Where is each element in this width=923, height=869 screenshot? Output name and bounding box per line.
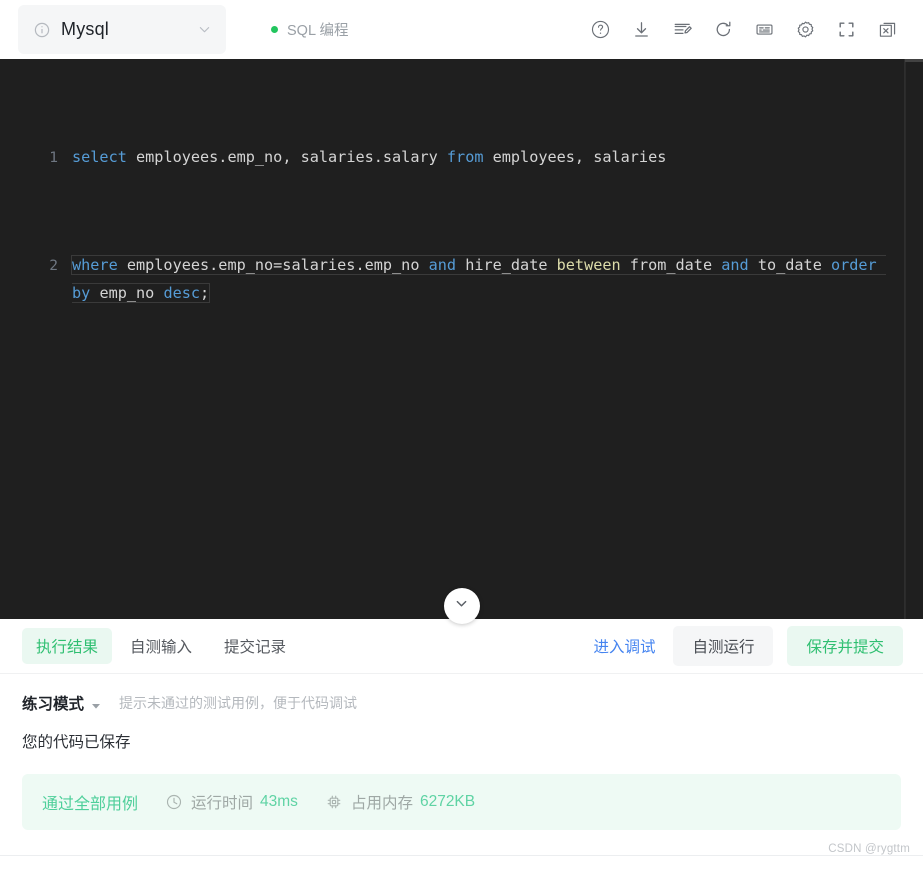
editor-scrollbar-thumb[interactable] (905, 59, 923, 62)
save-and-submit-button[interactable]: 保存并提交 (787, 626, 903, 666)
token-punctuation: ; (200, 283, 210, 302)
sql-editor-page: Mysql SQL 编程 1 select employees.emp_no, … (0, 0, 923, 869)
download-icon[interactable] (621, 10, 662, 50)
token-identifier: hire_date (456, 256, 557, 275)
status-dot-icon (271, 26, 278, 33)
format-code-icon[interactable] (662, 10, 703, 50)
metric-runtime-value: 43ms (260, 793, 298, 810)
token-keyword: by (72, 283, 91, 302)
token-identifier: employees, salaries (483, 147, 667, 166)
collapse-panel-button[interactable] (443, 588, 480, 624)
panel-actions: 进入调试 自测运行 保存并提交 (589, 626, 903, 666)
panel-bottom-divider (0, 855, 923, 856)
code-line: 1 select employees.emp_no, salaries.sala… (0, 144, 923, 171)
toolbar-icon-group (580, 10, 908, 50)
token-function: between (556, 256, 621, 275)
token-keyword: order (830, 256, 877, 275)
language-selector[interactable]: Mysql (18, 5, 226, 54)
metric-memory: 占用内存 6272KB (326, 791, 475, 813)
clock-icon (166, 794, 182, 810)
chevron-down-icon (197, 22, 212, 37)
editor-toolbar: Mysql SQL 编程 (0, 0, 923, 59)
token-identifier: employees.emp_no=salaries.emp_no (117, 256, 429, 275)
token-identifier: emp_no (90, 283, 164, 302)
execution-result-box: 通过全部用例 运行时间 43ms 占用内存 6272KB (22, 774, 901, 830)
enter-debug-button[interactable]: 进入调试 (589, 629, 659, 663)
metric-memory-label: 占用内存 (350, 795, 413, 812)
token-identifier: employees.emp_no, salaries.salary (126, 147, 447, 166)
watermark: CSDN @rygttm (828, 843, 910, 855)
chevron-down-icon (453, 595, 470, 617)
code-line-text: where employees.emp_no=salaries.emp_no a… (72, 252, 923, 306)
token-keyword: from (446, 147, 484, 166)
active-line-highlight: where employees.emp_no=salaries.emp_no a… (72, 256, 886, 301)
code-line-text: select employees.emp_no, salaries.salary… (72, 144, 923, 171)
metric-memory-value: 6272KB (419, 793, 476, 810)
problem-type-label: SQL 编程 (287, 23, 349, 39)
fullscreen-icon[interactable] (826, 10, 867, 50)
language-selector-value: Mysql (61, 19, 110, 39)
tab-submission-records[interactable]: 提交记录 (210, 628, 300, 664)
metric-runtime-label: 运行时间 (191, 795, 254, 812)
code-editor[interactable]: 1 select employees.emp_no, salaries.sala… (0, 59, 923, 619)
panel-tabbar: 执行结果 自测输入 提交记录 进入调试 自测运行 保存并提交 (0, 619, 923, 674)
token-keyword: and (721, 256, 749, 275)
practice-mode-label[interactable]: 练习模式 (22, 692, 84, 714)
tab-execution-result[interactable]: 执行结果 (22, 628, 113, 664)
self-test-run-button[interactable]: 自测运行 (673, 626, 774, 666)
code-content[interactable]: 1 select employees.emp_no, salaries.sala… (0, 59, 923, 388)
settings-gear-icon[interactable] (785, 10, 826, 50)
code-line: 2 where employees.emp_no=salaries.emp_no… (0, 252, 923, 306)
saved-message: 您的代码已保存 (22, 734, 131, 751)
memory-chip-icon (326, 794, 342, 810)
info-circle-icon (34, 22, 50, 38)
token-identifier: from_date (620, 256, 722, 275)
help-icon[interactable] (580, 10, 621, 50)
panel-tabs: 执行结果 自测输入 提交记录 (22, 628, 300, 664)
caret-down-icon[interactable] (91, 698, 101, 709)
result-panel: 执行结果 自测输入 提交记录 进入调试 自测运行 保存并提交 练习模式 提示未通… (0, 619, 923, 869)
token-keyword: where (72, 256, 118, 275)
line-number: 2 (49, 257, 58, 275)
problem-type-badge: SQL 编程 (271, 19, 349, 40)
metric-runtime: 运行时间 43ms (166, 791, 298, 813)
token-identifier: to_date (748, 256, 831, 275)
practice-mode-hint: 提示未通过的测试用例，便于代码调试 (119, 695, 358, 711)
keyboard-icon[interactable] (744, 10, 785, 50)
practice-mode-row: 练习模式 提示未通过的测试用例，便于代码调试 (0, 674, 923, 714)
tab-self-test-input[interactable]: 自测输入 (116, 628, 206, 664)
status-badge: 通过全部用例 (42, 796, 139, 813)
line-number: 1 (49, 148, 58, 166)
token-keyword: desc (163, 283, 201, 302)
refresh-icon[interactable] (703, 10, 744, 50)
token-keyword: and (428, 256, 457, 275)
editor-scrollbar[interactable] (905, 59, 923, 619)
close-window-icon[interactable] (867, 10, 908, 50)
token-keyword: select (72, 147, 127, 166)
